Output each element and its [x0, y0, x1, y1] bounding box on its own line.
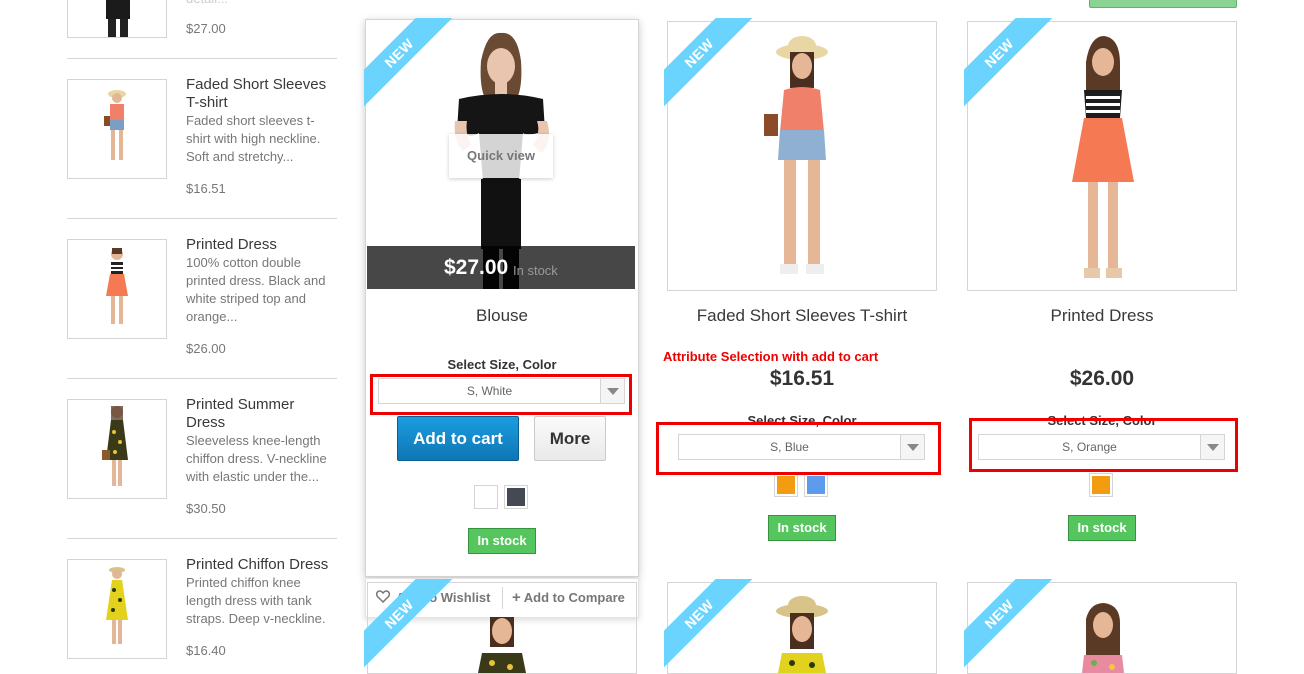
sidebar-item-blouse[interactable]: detail... $27.00: [67, 0, 337, 38]
new-badge: NEW: [964, 579, 1054, 669]
swatch-fill: [507, 488, 525, 506]
swatch-fill: [777, 476, 795, 494]
new-badge: NEW: [664, 579, 754, 669]
product-description: detail...: [186, 0, 336, 8]
product-card-bottom-3[interactable]: NEW: [964, 579, 1237, 674]
color-swatch-orange[interactable]: [1089, 473, 1113, 497]
product-name[interactable]: Printed Chiffon Dress: [186, 556, 336, 574]
stock-label: In stock: [777, 520, 827, 535]
product-price: $26.00: [1069, 367, 1135, 390]
swatch-fill: [477, 488, 495, 506]
annotation-text: Attribute Selection with add to cart: [663, 349, 879, 364]
overlay-price: $27.00: [444, 256, 509, 279]
product-name[interactable]: Printed Dress: [186, 236, 336, 254]
stock-label: In stock: [1077, 520, 1127, 535]
new-badge-label: NEW: [964, 18, 1054, 108]
quick-view-label: Quick view: [467, 148, 535, 163]
product-thumbnail[interactable]: [67, 0, 167, 38]
product-description: Sleeveless knee-length chiffon dress. V-…: [186, 433, 327, 484]
product-name[interactable]: Blouse: [367, 306, 637, 326]
highlight-box: [370, 374, 632, 415]
stock-badge: In stock: [1068, 515, 1136, 541]
product-card-blouse[interactable]: Quick view $27.00 In stock NEW Blouse Se…: [364, 18, 639, 577]
product-price: $16.51: [186, 181, 226, 196]
product-price: $30.50: [186, 501, 226, 516]
price-overlay-bar: $27.00 In stock: [367, 246, 635, 289]
divider: [67, 378, 337, 379]
divider: [67, 218, 337, 219]
product-price: $26.00: [186, 341, 226, 356]
highlight-box: [656, 422, 941, 475]
product-price: $16.40: [186, 643, 226, 658]
product-name[interactable]: Printed Summer Dress: [186, 396, 336, 432]
color-swatch-white[interactable]: [474, 485, 498, 509]
overlay-availability: In stock: [513, 263, 558, 278]
product-thumbnail[interactable]: [67, 399, 167, 499]
sidebar-item-printed-dress[interactable]: Printed Dress 100% cotton double printed…: [67, 236, 337, 364]
product-price: $16.51: [769, 367, 835, 390]
quick-view-button[interactable]: Quick view: [449, 134, 553, 178]
product-price: $27.00: [186, 21, 226, 36]
new-badge-label: NEW: [364, 18, 454, 108]
new-badge: NEW: [964, 18, 1054, 108]
swatch-fill: [807, 476, 825, 494]
select-label: Select Size, Color: [447, 357, 557, 372]
more-button[interactable]: More: [534, 416, 606, 461]
color-swatch-orange[interactable]: [774, 473, 798, 497]
stock-badge: In stock: [468, 528, 536, 554]
product-thumbnail[interactable]: [67, 79, 167, 179]
product-card-bottom-1[interactable]: NEW: [364, 579, 637, 674]
product-name[interactable]: Faded Short Sleeves T-shirt: [667, 306, 937, 326]
color-swatch-blue[interactable]: [804, 473, 828, 497]
product-description: 100% cotton double printed dress. Black …: [186, 255, 326, 324]
new-badge: NEW: [364, 18, 454, 108]
color-swatch-dark[interactable]: [504, 485, 528, 509]
sidebar-item-printed-summer-dress[interactable]: Printed Summer Dress Sleeveless knee-len…: [67, 396, 337, 524]
divider: [67, 58, 337, 59]
new-badge: NEW: [664, 18, 754, 108]
stock-label: In stock: [477, 533, 527, 548]
new-badge: NEW: [364, 579, 454, 669]
stock-badge: In stock: [768, 515, 836, 541]
new-badge-label: NEW: [664, 579, 754, 669]
product-description: Faded short sleeves t-shirt with high ne…: [186, 113, 321, 164]
new-badge-label: NEW: [964, 579, 1054, 669]
product-card-bottom-2[interactable]: NEW: [664, 579, 937, 674]
product-thumbnail[interactable]: [67, 559, 167, 659]
new-badge-label: NEW: [664, 18, 754, 108]
more-label: More: [549, 429, 591, 448]
sidebar-item-printed-chiffon-dress[interactable]: Printed Chiffon Dress Printed chiffon kn…: [67, 556, 337, 664]
highlight-box: [969, 418, 1238, 472]
product-description: Printed chiffon knee length dress with t…: [186, 575, 326, 626]
product-thumbnail[interactable]: [67, 239, 167, 339]
swatch-fill: [1092, 476, 1110, 494]
sidebar-item-faded-tshirt[interactable]: Faded Short Sleeves T-shirt Faded short …: [67, 76, 337, 204]
product-name[interactable]: Faded Short Sleeves T-shirt: [186, 76, 336, 112]
top-green-button[interactable]: [1089, 0, 1237, 8]
divider: [67, 538, 337, 539]
product-name[interactable]: Printed Dress: [967, 306, 1237, 326]
add-to-cart-button[interactable]: Add to cart: [397, 416, 519, 461]
new-badge-label: NEW: [364, 579, 454, 669]
add-to-cart-label: Add to cart: [413, 429, 503, 448]
